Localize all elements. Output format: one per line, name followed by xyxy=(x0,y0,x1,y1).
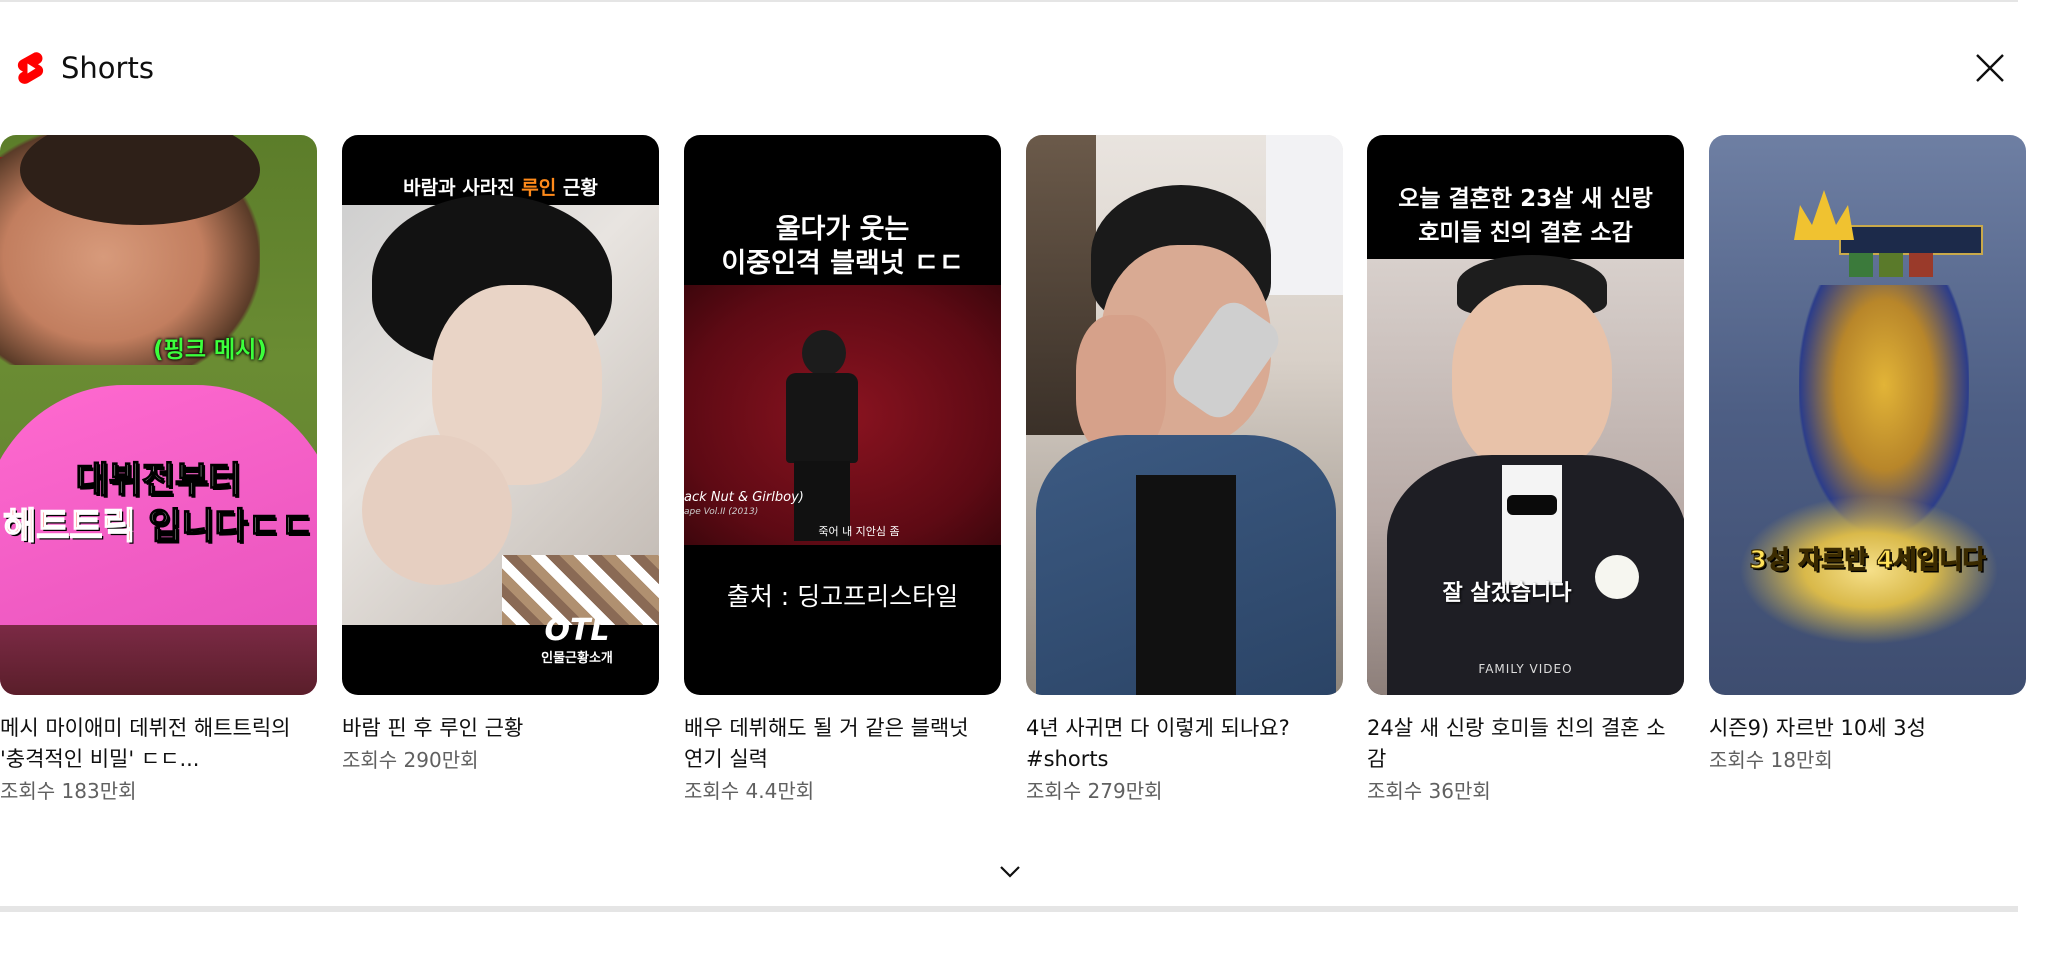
short-card[interactable]: 울다가 웃는 이중인격 블랙넛 ㄷㄷ ack Nut & Girlboy) ap… xyxy=(684,135,1001,807)
boutonniere xyxy=(1595,555,1639,599)
background-box xyxy=(1266,135,1343,295)
item-slot-icon xyxy=(1909,253,1933,277)
youtube-shorts-icon xyxy=(15,50,45,86)
show-more-button[interactable] xyxy=(990,855,1030,889)
overlay-highlight: 해트트릭 xyxy=(2,505,136,548)
person-hand xyxy=(362,435,512,585)
overlay-credit: ack Nut & Girlboy) xyxy=(684,490,804,505)
overlay-subtitle: 죽어 내 지안심 좀 xyxy=(818,525,900,538)
overlay-credit-sub: ape Vol.II (2013) xyxy=(684,507,759,517)
short-card[interactable]: (핑크 메시) 대뷔전부터 해트트릭 입니다ㄷㄷ 메시 마이애미 데뷔전 해트트… xyxy=(0,135,317,807)
short-view-count: 조회수 279만회 xyxy=(1026,779,1163,803)
short-view-count: 조회수 18만회 xyxy=(1709,748,1833,772)
short-thumbnail[interactable]: 오늘 결혼한 23살 새 신랑 호미들 친의 결혼 소감 잘 살겠습니다 FAM… xyxy=(1367,135,1684,695)
chevron-down-icon xyxy=(1000,866,1020,878)
overlay-caption: 잘 살겠습니다 xyxy=(1442,581,1572,606)
shelf-header: Shorts xyxy=(15,47,154,89)
shelf-title: Shorts xyxy=(61,51,154,85)
crown-icon xyxy=(1794,190,1854,240)
item-slot-icon xyxy=(1879,253,1903,277)
top-divider xyxy=(0,0,2018,2)
short-thumbnail[interactable]: (핑크 메시) 대뷔전부터 해트트릭 입니다ㄷㄷ xyxy=(0,135,317,695)
short-title[interactable]: 배우 데뷔해도 될 거 같은 블랙넛 연기 실력 xyxy=(684,713,989,775)
performer-head xyxy=(802,330,846,376)
short-view-count: 조회수 4.4만회 xyxy=(684,779,815,803)
star-bar xyxy=(1839,225,1983,255)
overlay-watermark: FAMILY VIDEO xyxy=(1478,662,1573,676)
overlay-caption-line: 이중인격 블랙넛 ㄷㄷ xyxy=(721,248,964,279)
person-hand xyxy=(1076,315,1166,455)
overlay-logo: OTL xyxy=(544,613,610,648)
white-shirt xyxy=(1502,465,1562,585)
short-thumbnail[interactable]: 바람과 사라진 루인 근황 OTL 인물근황소개 xyxy=(342,135,659,695)
overlay-text: 근황 xyxy=(556,177,598,199)
shorts-shelf: (핑크 메시) 대뷔전부터 해트트릭 입니다ㄷㄷ 메시 마이애미 데뷔전 해트트… xyxy=(0,135,2026,815)
short-view-count: 조회수 290만회 xyxy=(342,748,479,772)
performer-body xyxy=(786,373,858,463)
overlay-caption-line: 대뷔전부터 xyxy=(75,459,242,502)
short-title[interactable]: 시즌9) 자르반 10세 3성 xyxy=(1709,713,2014,744)
short-thumbnail[interactable]: 울다가 웃는 이중인격 블랙넛 ㄷㄷ ack Nut & Girlboy) ap… xyxy=(684,135,1001,695)
thumb-bottom-band xyxy=(0,625,317,695)
overlay-caption-small: (핑크 메시) xyxy=(153,337,267,363)
overlay-caption-line: 오늘 결혼한 23살 새 신랑 xyxy=(1398,186,1653,212)
short-card[interactable]: 바람과 사라진 루인 근황 OTL 인물근황소개 바람 핀 후 루인 근황 조회… xyxy=(342,135,659,776)
black-shirt xyxy=(1136,475,1236,695)
short-view-count: 조회수 183만회 xyxy=(0,779,137,803)
item-slot-icon xyxy=(1849,253,1873,277)
short-title[interactable]: 4년 사귀면 다 이렇게 되나요? #shorts xyxy=(1026,713,1331,775)
short-title[interactable]: 24살 새 신랑 호미들 친의 결혼 소감 xyxy=(1367,713,1672,775)
overlay-logo-sub: 인물근황소개 xyxy=(541,651,613,666)
overlay-caption-line: 해트트릭 입니다ㄷㄷ xyxy=(0,497,317,549)
close-icon xyxy=(1976,54,2004,82)
short-title[interactable]: 바람 핀 후 루인 근황 xyxy=(342,713,647,744)
short-card[interactable]: 오늘 결혼한 23살 새 신랑 호미들 친의 결혼 소감 잘 살겠습니다 FAM… xyxy=(1367,135,1684,807)
short-card[interactable]: 4년 사귀면 다 이렇게 되나요? #shorts 조회수 279만회 xyxy=(1026,135,1343,807)
short-title[interactable]: 메시 마이애미 데뷔전 해트트릭의 '충격적인 비밀' ㄷㄷ... xyxy=(0,713,305,775)
overlay-source: 출처 : 딩고프리스타일 xyxy=(726,582,959,611)
close-button[interactable] xyxy=(1970,48,2010,88)
overlay-caption: 3성 자르반 4세입니다 xyxy=(1749,544,1986,574)
bottom-divider xyxy=(0,906,2018,912)
short-thumbnail[interactable] xyxy=(1026,135,1343,695)
groom-face xyxy=(1452,285,1612,475)
short-view-count: 조회수 36만회 xyxy=(1367,779,1491,803)
overlay-caption-line: 호미들 친의 결혼 소감 xyxy=(1418,220,1633,246)
short-card[interactable]: 3성 자르반 4세입니다 시즌9) 자르반 10세 3성 조회수 18만회 xyxy=(1709,135,2026,776)
overlay-highlight: 루인 xyxy=(521,177,557,199)
short-thumbnail[interactable]: 3성 자르반 4세입니다 xyxy=(1709,135,2026,695)
bow-tie xyxy=(1507,495,1557,515)
overlay-text: 입니다ㄷㄷ xyxy=(147,505,314,548)
